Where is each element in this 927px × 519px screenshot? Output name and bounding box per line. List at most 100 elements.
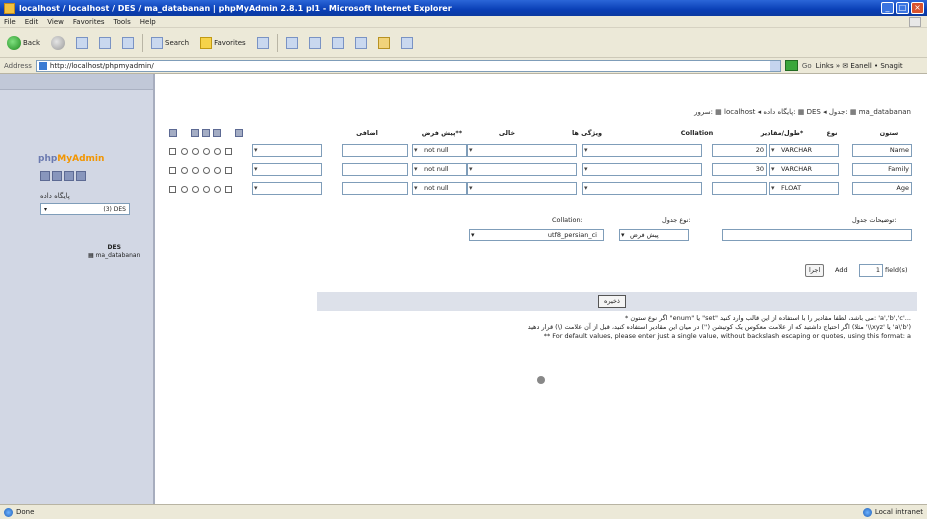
table-comments-label: توضیحات جدول:	[852, 216, 897, 224]
table-collation-select[interactable]: utf8_persian_ci	[469, 229, 604, 241]
database-select[interactable]: ▾ (3) DES	[40, 203, 130, 215]
menu-file[interactable]: File	[4, 18, 16, 26]
address-dropdown-icon[interactable]	[769, 60, 780, 71]
fulltext-radio[interactable]	[203, 186, 210, 193]
attributes-select[interactable]	[467, 144, 577, 157]
menu-view[interactable]: View	[47, 18, 64, 26]
unique-radio[interactable]	[192, 148, 199, 155]
phpmyadmin-logo[interactable]: phpMyAdmin	[38, 154, 104, 164]
table-list-item[interactable]: ▦ ma_databanan	[88, 252, 140, 260]
collation-select[interactable]	[582, 144, 702, 157]
field-row: not null FLOAT Age	[157, 182, 927, 197]
edit-button[interactable]	[352, 35, 370, 51]
extra-select[interactable]	[252, 182, 322, 195]
attributes-select[interactable]	[467, 163, 577, 176]
default-input[interactable]	[342, 182, 408, 195]
field-name-input[interactable]: Age	[852, 182, 912, 195]
type-select[interactable]: VARCHAR	[769, 163, 839, 176]
collation-select[interactable]	[582, 163, 702, 176]
default-input[interactable]	[342, 163, 408, 176]
stop-button[interactable]	[73, 35, 91, 51]
fields-count-input[interactable]: 1	[859, 264, 883, 277]
fulltext-checkbox[interactable]	[225, 167, 232, 174]
windows-logo-icon	[909, 16, 921, 27]
no-index-radio[interactable]	[214, 167, 221, 174]
menu-tools[interactable]: Tools	[114, 18, 131, 26]
folder-button[interactable]	[375, 35, 393, 51]
messenger-button[interactable]	[398, 35, 416, 51]
home-icon	[122, 36, 134, 49]
null-select[interactable]: not null	[412, 144, 467, 157]
search-button[interactable]: Search	[148, 35, 192, 51]
extra-select[interactable]	[252, 163, 322, 176]
index-radio[interactable]	[181, 148, 188, 155]
refresh-icon	[99, 36, 111, 49]
maximize-button[interactable]: □	[896, 2, 909, 14]
col-collation-header: Collation	[680, 129, 714, 137]
index-radio[interactable]	[181, 167, 188, 174]
forward-button[interactable]	[48, 34, 68, 52]
extra-select[interactable]	[252, 144, 322, 157]
table-comments-input[interactable]	[722, 229, 912, 241]
media-button[interactable]	[254, 35, 272, 51]
links-toolbar[interactable]: Links » ✉ Eanell • Snagit	[816, 62, 903, 70]
type-select[interactable]: FLOAT	[769, 182, 839, 195]
col-name-header: ستون	[879, 129, 899, 137]
length-input[interactable]: 20	[712, 144, 767, 157]
type-select[interactable]: VARCHAR	[769, 144, 839, 157]
table-list-title[interactable]: DES	[88, 244, 140, 252]
primary-checkbox[interactable]	[169, 148, 176, 155]
index-radio[interactable]	[181, 186, 188, 193]
database-select-value: (3) DES	[103, 205, 126, 213]
mail-button[interactable]	[306, 35, 324, 51]
close-button[interactable]: ×	[911, 2, 924, 14]
menu-favorites[interactable]: Favorites	[73, 18, 105, 26]
print-button[interactable]	[329, 35, 347, 51]
favorites-button[interactable]: Favorites	[197, 35, 249, 51]
note-enum: * اگر نوع ستون "enum" یا "set" می باشد، …	[625, 314, 911, 322]
menu-edit[interactable]: Edit	[25, 18, 39, 26]
go-button[interactable]: اجرا	[805, 264, 825, 277]
go-icon[interactable]	[784, 60, 798, 71]
table-type-select[interactable]: پیش فرض	[619, 229, 689, 241]
length-input[interactable]	[712, 182, 767, 195]
fulltext-checkbox[interactable]	[225, 186, 232, 193]
primary-checkbox[interactable]	[169, 186, 176, 193]
attributes-select[interactable]	[467, 182, 577, 195]
null-select[interactable]: not null	[412, 163, 467, 176]
field-name-input[interactable]: Name	[852, 144, 912, 157]
length-input[interactable]: 30	[712, 163, 767, 176]
help-icon[interactable]	[76, 171, 86, 181]
no-index-radio[interactable]	[214, 148, 221, 155]
breadcrumb[interactable]: سرور: ▦ localhost ◂ پایگاه داده: ▦ DES ◂…	[694, 108, 911, 116]
field-name-input[interactable]: Family	[852, 163, 912, 176]
docs-icon[interactable]	[64, 171, 74, 181]
info-icon	[537, 376, 545, 384]
home-icon[interactable]	[40, 171, 50, 181]
null-select[interactable]: not null	[412, 182, 467, 195]
sql-query-icon[interactable]	[52, 171, 62, 181]
fulltext-radio[interactable]	[203, 148, 210, 155]
address-input[interactable]: http://localhost/phpmyadmin/	[35, 59, 781, 72]
messenger-icon	[400, 36, 413, 49]
default-input[interactable]	[342, 144, 408, 157]
menu-help[interactable]: Help	[140, 18, 156, 26]
primary-checkbox[interactable]	[169, 167, 176, 174]
fields-table-header: ستون نوع طول/مقادیر* Collation ویژگی ها …	[157, 128, 927, 140]
no-index-radio[interactable]	[214, 186, 221, 193]
minimize-button[interactable]: _	[881, 2, 894, 14]
refresh-button[interactable]	[96, 35, 114, 51]
unique-radio[interactable]	[192, 167, 199, 174]
back-button[interactable]: Back	[4, 34, 43, 52]
fulltext-checkbox[interactable]	[225, 148, 232, 155]
no-index-icon	[235, 129, 243, 137]
save-button[interactable]: ذخیره	[598, 295, 626, 308]
stop-icon	[76, 36, 88, 49]
unique-radio[interactable]	[192, 186, 199, 193]
collation-select[interactable]	[582, 182, 702, 195]
fulltext-radio[interactable]	[203, 167, 210, 174]
go-label[interactable]: Go	[802, 62, 812, 70]
col-default-header: پیش فرض**	[421, 129, 463, 137]
history-button[interactable]	[283, 35, 301, 51]
home-button[interactable]	[119, 35, 137, 51]
